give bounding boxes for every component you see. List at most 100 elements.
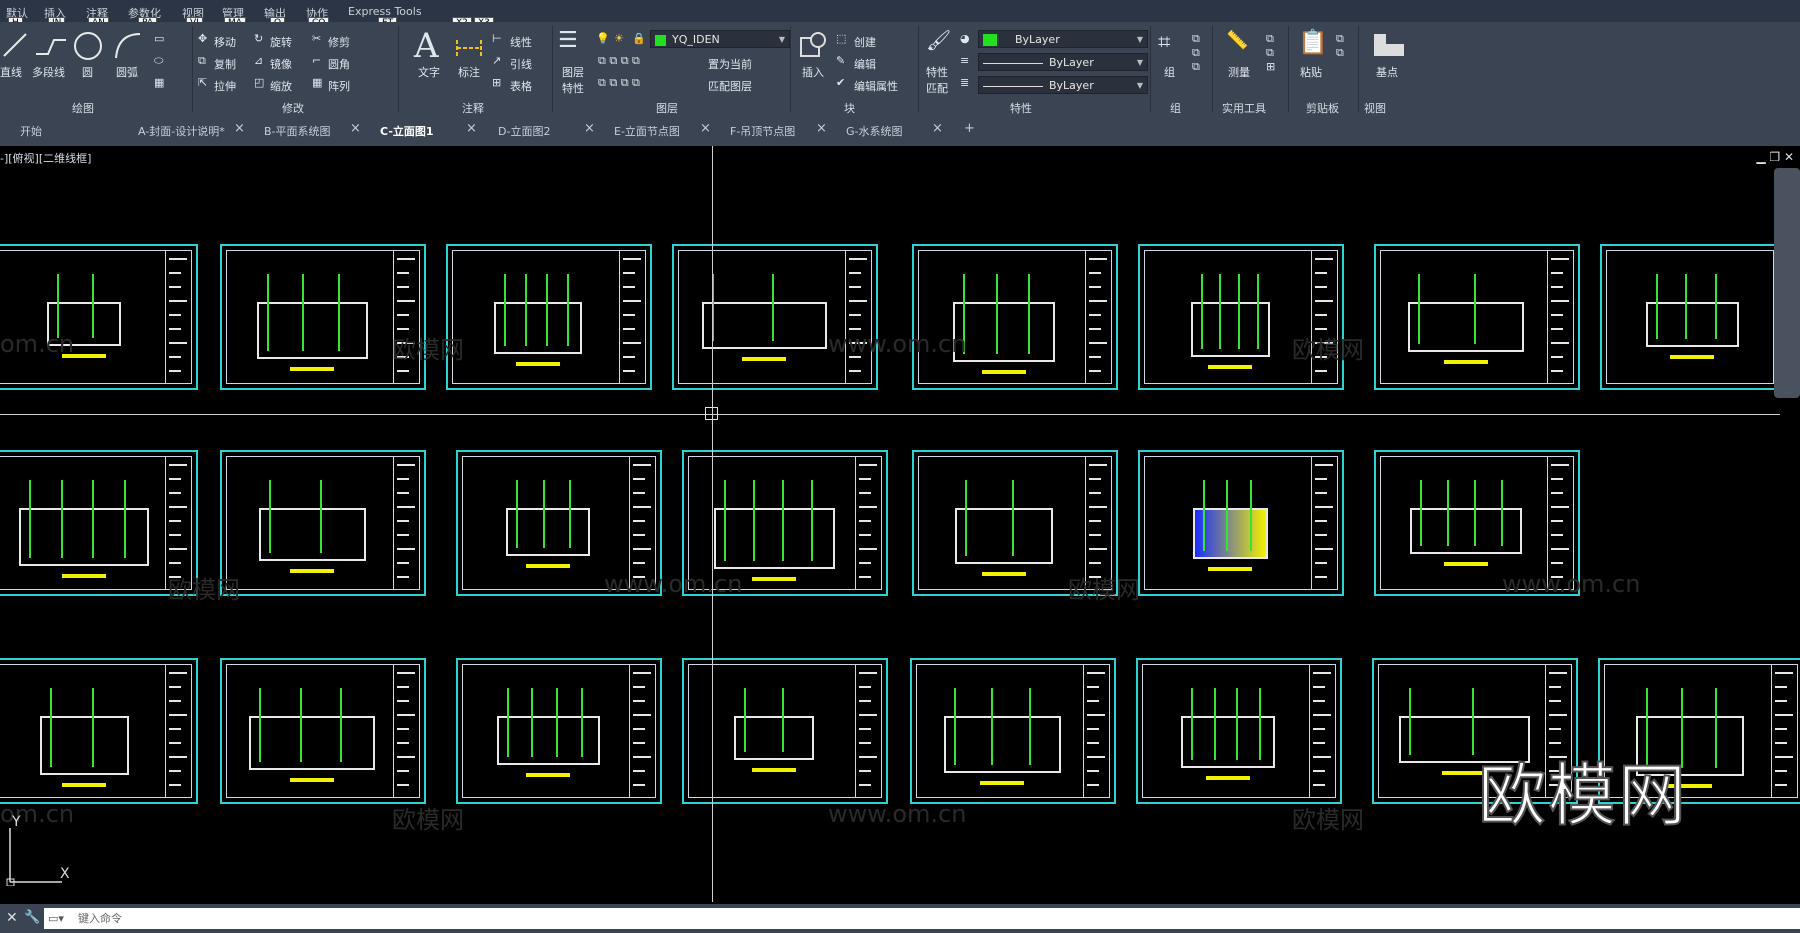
panel-title-modify[interactable]: 修改	[282, 100, 304, 116]
close-icon[interactable]: ✕	[6, 910, 18, 926]
table-button[interactable]: 表格	[510, 78, 532, 94]
tab-g-water[interactable]: G-水系统图	[846, 123, 903, 141]
navigation-bar[interactable]	[1774, 168, 1800, 398]
drawing-sheet[interactable]	[1138, 244, 1344, 390]
move-button[interactable]: 移动	[214, 34, 236, 50]
drawing-sheet[interactable]	[1136, 658, 1342, 804]
panel-title-groups[interactable]: 组	[1170, 100, 1181, 116]
close-icon[interactable]: ×	[700, 121, 711, 136]
drawing-sheet[interactable]	[220, 658, 426, 804]
layer-dropdown[interactable]: YQ_IDEN ▼	[650, 30, 790, 48]
dimension-button[interactable]: 标注	[458, 64, 480, 80]
stretch-button[interactable]: 拉伸	[214, 78, 236, 94]
new-tab-plus-icon[interactable]: +	[964, 121, 975, 136]
tab-e-node[interactable]: E-立面节点图	[614, 123, 680, 141]
copy-clip-icon[interactable]: ⧉ ⧉	[1336, 32, 1344, 60]
array-button[interactable]: 阵列	[328, 78, 350, 94]
drawing-sheet[interactable]	[0, 658, 198, 804]
paste-button[interactable]: 粘贴	[1300, 64, 1322, 80]
base-point-button[interactable]: 基点	[1376, 64, 1398, 80]
mirror-button[interactable]: 镜像	[270, 56, 292, 72]
edit-block-button[interactable]: 编辑	[854, 56, 876, 72]
drawing-sheet[interactable]	[446, 244, 652, 390]
close-icon[interactable]: ×	[350, 121, 361, 136]
sun-icon[interactable]: ☀	[614, 32, 624, 45]
tab-d-elevation2[interactable]: D-立面图2	[498, 123, 550, 141]
rotate-button[interactable]: 旋转	[270, 34, 292, 50]
panel-title-layers[interactable]: 图层	[656, 100, 678, 116]
close-icon[interactable]: ×	[932, 121, 943, 136]
lineweight-icon[interactable]: ≣	[960, 76, 969, 89]
match-properties-label2[interactable]: 匹配	[926, 80, 948, 96]
drawing-sheet[interactable]	[910, 658, 1116, 804]
fillet-button[interactable]: 圆角	[328, 56, 350, 72]
drawing-sheet[interactable]	[456, 658, 662, 804]
scale-button[interactable]: 缩放	[270, 78, 292, 94]
drawing-sheet[interactable]	[1138, 450, 1344, 596]
tab-start[interactable]: 开始	[20, 123, 42, 141]
leader-button[interactable]: 引线	[510, 56, 532, 72]
drawing-sheet[interactable]	[0, 244, 198, 390]
circle-icon[interactable]	[72, 30, 104, 62]
close-icon[interactable]: ×	[816, 121, 827, 136]
wrench-icon[interactable]: 🔧	[24, 910, 40, 925]
drawing-sheet[interactable]	[1374, 244, 1580, 390]
edit-attributes-button[interactable]: 编辑属性	[854, 78, 898, 94]
base-point-icon[interactable]	[1372, 32, 1406, 58]
lock-icon[interactable]: 🔒	[632, 32, 646, 45]
measure-button[interactable]: 测量	[1228, 64, 1250, 80]
panel-title-utilities[interactable]: 实用工具	[1222, 100, 1266, 116]
arc-button[interactable]: 圆弧	[116, 64, 138, 80]
tab-c-elevation1[interactable]: C-立面图1	[380, 123, 434, 141]
create-block-button[interactable]: 创建	[854, 34, 876, 50]
close-icon[interactable]: ×	[584, 121, 595, 136]
lineweight-dropdown[interactable]: ByLayer ▼	[978, 76, 1148, 94]
drawing-sheet[interactable]	[220, 450, 426, 596]
drawing-sheet[interactable]	[220, 244, 426, 390]
linear-dim-button[interactable]: 线性	[510, 34, 532, 50]
tab-b-plan[interactable]: B-平面系统图	[264, 123, 331, 141]
group-button[interactable]: 组	[1164, 64, 1175, 80]
close-icon[interactable]: ×	[234, 121, 245, 136]
command-prompt-icon[interactable]: ▭▾	[48, 912, 64, 925]
ellipse-icon[interactable]: ⬭	[154, 54, 163, 68]
circle-button[interactable]: 圆	[82, 64, 93, 80]
panel-title-annotation[interactable]: 注释	[462, 100, 484, 116]
panel-title-draw[interactable]: 绘图	[72, 100, 94, 116]
polyline-button[interactable]: 多段线	[32, 64, 65, 80]
layer-tools-icon[interactable]: ⧉ ⧉ ⧉ ⧉	[598, 54, 640, 68]
drawing-sheet[interactable]	[672, 244, 878, 390]
panel-title-view[interactable]: 视图	[1364, 100, 1386, 116]
group-tools-icon[interactable]: ⧉ ⧉ ⧉	[1192, 32, 1200, 74]
panel-title-properties[interactable]: 特性	[1010, 100, 1032, 116]
layer-properties-button[interactable]: 图层	[562, 64, 584, 80]
line-button[interactable]: 直线	[0, 64, 22, 80]
command-input[interactable]: 键入命令	[44, 908, 1800, 929]
panel-title-block[interactable]: 块	[844, 100, 855, 116]
close-icon[interactable]: ×	[466, 121, 477, 136]
arc-icon[interactable]	[112, 30, 144, 60]
copy-button[interactable]: 复制	[214, 56, 236, 72]
set-current-button[interactable]: 置为当前	[708, 56, 752, 72]
rectangle-icon[interactable]: ▭	[154, 32, 164, 45]
color-dropdown[interactable]: ByLayer ▼	[978, 30, 1148, 48]
trim-button[interactable]: 修剪	[328, 34, 350, 50]
layer-tools-icon[interactable]: ⧉ ⧉ ⧉ ⧉	[598, 76, 640, 90]
line-icon[interactable]	[2, 30, 28, 58]
drawing-sheet[interactable]	[912, 244, 1118, 390]
match-layer-button[interactable]: 匹配图层	[708, 78, 752, 94]
insert-button[interactable]: 插入	[802, 64, 824, 80]
linetype-icon[interactable]: ≡	[960, 54, 969, 67]
utility-tools-icon[interactable]: ⧉ ⧉ ⊞	[1266, 32, 1275, 73]
tab-f-ceiling[interactable]: F-吊顶节点图	[730, 123, 795, 141]
dimension-icon[interactable]	[454, 34, 484, 60]
tab-a-cover[interactable]: A-封面-设计说明*	[138, 123, 225, 141]
insert-block-icon[interactable]	[798, 30, 828, 60]
panel-title-clipboard[interactable]: 剪贴板	[1306, 100, 1339, 116]
window-controls[interactable]: ▁ ❐ ✕	[1756, 150, 1794, 164]
hatch-icon[interactable]: ▦	[154, 76, 164, 89]
color-wheel-icon[interactable]: ◕	[960, 32, 970, 45]
match-properties-button[interactable]: 特性	[926, 64, 948, 80]
layer-properties-label2[interactable]: 特性	[562, 80, 584, 96]
viewport-label[interactable]: -][俯视][二维线框]	[0, 150, 91, 166]
